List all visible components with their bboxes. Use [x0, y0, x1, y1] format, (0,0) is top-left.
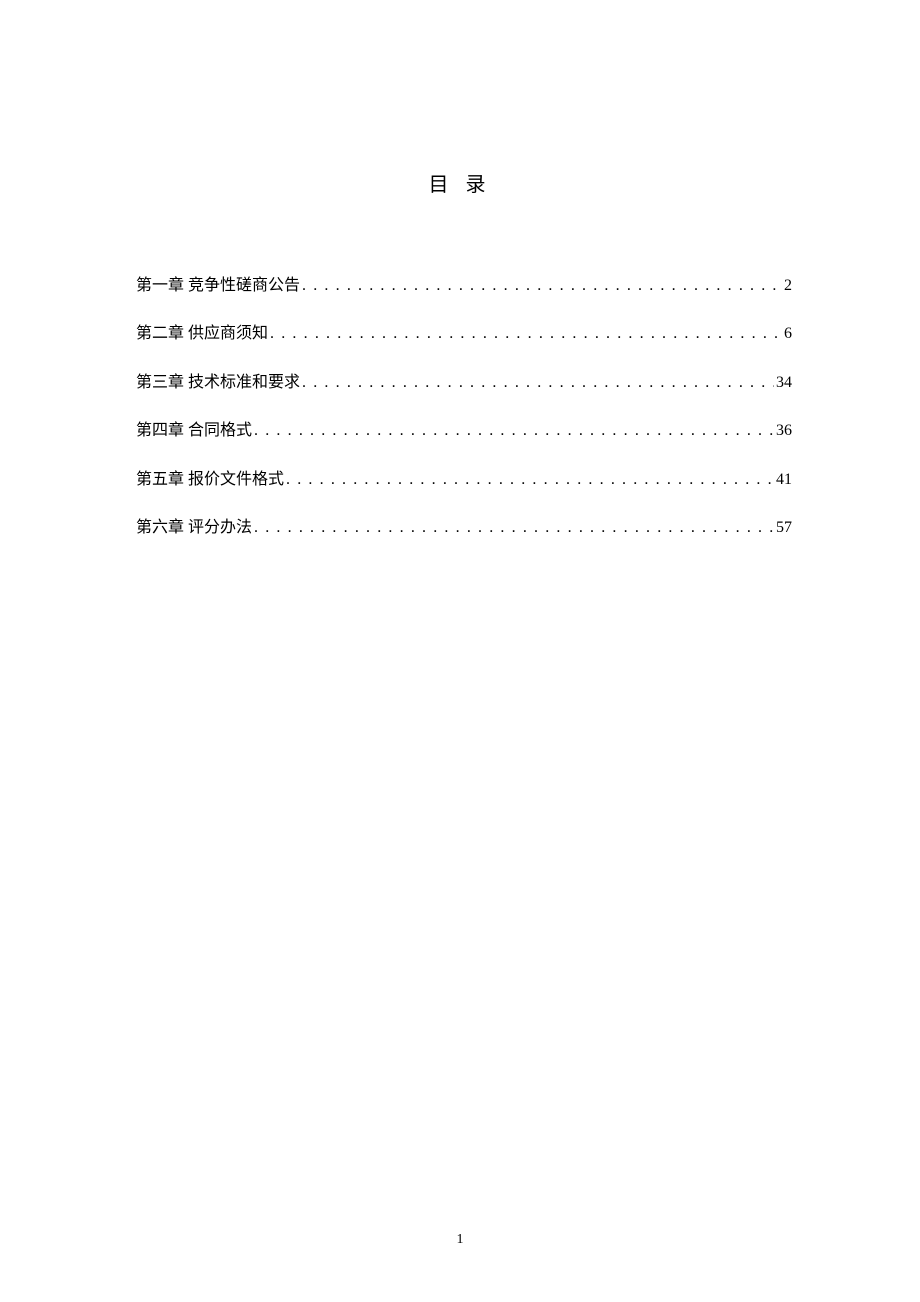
toc-entry-page: 2	[784, 275, 792, 297]
toc-entry-label: 第一章 竞争性磋商公告	[136, 275, 300, 297]
toc-entry-page: 6	[784, 323, 792, 345]
toc-entry-label: 第四章 合同格式	[136, 420, 252, 442]
page-number: 1	[0, 1232, 920, 1248]
page-title: 目 录	[0, 0, 920, 197]
toc-dots	[302, 275, 782, 297]
toc-dots	[254, 420, 774, 442]
toc-dots	[302, 372, 774, 394]
toc-entry-page: 57	[776, 517, 792, 539]
toc-entry: 第六章 评分办法 57	[136, 517, 792, 539]
toc-entry: 第三章 技术标准和要求 34	[136, 372, 792, 394]
toc-entry-label: 第五章 报价文件格式	[136, 469, 284, 491]
toc-entry-label: 第三章 技术标准和要求	[136, 372, 300, 394]
toc-entry: 第四章 合同格式 36	[136, 420, 792, 442]
toc-entry-page: 41	[776, 469, 792, 491]
toc-entry-page: 36	[776, 420, 792, 442]
toc-dots	[270, 323, 782, 345]
toc-entry: 第一章 竞争性磋商公告 2	[136, 275, 792, 297]
toc-entry-label: 第二章 供应商须知	[136, 323, 268, 345]
toc-dots	[286, 469, 774, 491]
toc-entry: 第二章 供应商须知 6	[136, 323, 792, 345]
toc-dots	[254, 517, 774, 539]
toc-entry-label: 第六章 评分办法	[136, 517, 252, 539]
table-of-contents: 第一章 竞争性磋商公告 2 第二章 供应商须知 6 第三章 技术标准和要求 34…	[136, 275, 792, 539]
toc-entry: 第五章 报价文件格式 41	[136, 469, 792, 491]
toc-entry-page: 34	[776, 372, 792, 394]
